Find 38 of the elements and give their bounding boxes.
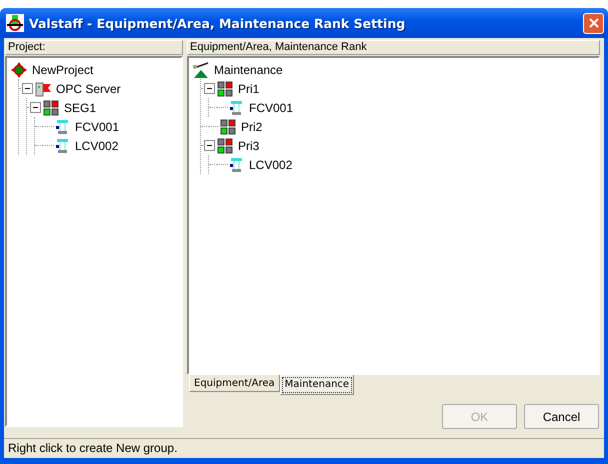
close-icon (588, 17, 600, 29)
seesaw-icon (193, 62, 209, 78)
status-text: Right click to create New group. (4, 438, 604, 458)
tree-item[interactable]: Maintenance (213, 62, 284, 76)
tab[interactable]: Equipment/Area (189, 375, 280, 392)
grid-icon (220, 118, 236, 134)
collapse-toggle[interactable] (204, 140, 215, 151)
tree-item[interactable]: FCV001 (74, 120, 120, 134)
tree-item[interactable]: FCV001 (248, 100, 294, 114)
valve-icon (228, 156, 244, 172)
tab[interactable]: Maintenance (280, 375, 354, 395)
tree-item[interactable]: LCV002 (248, 158, 294, 172)
panel-header: Project: (5, 40, 183, 55)
grid-icon (217, 80, 233, 96)
target-icon (11, 62, 27, 78)
tree-item[interactable]: LCV002 (74, 138, 120, 152)
rank-tree[interactable]: Maintenance Pri1 FCV001 Pri2 Pri3 LCV002 (187, 56, 600, 375)
tree-item[interactable]: SEG1 (63, 100, 98, 114)
dialog-button[interactable]: Cancel (524, 404, 599, 429)
collapse-toggle[interactable] (22, 83, 33, 94)
collapse-toggle[interactable] (204, 83, 215, 94)
valve-icon (54, 138, 70, 154)
collapse-toggle[interactable] (30, 102, 41, 113)
server-icon (35, 80, 51, 96)
valve-icon (228, 100, 244, 116)
grid-icon (217, 138, 233, 154)
tree-item[interactable]: NewProject (31, 62, 94, 76)
tree-item[interactable]: Pri3 (237, 138, 260, 152)
project-tree[interactable]: NewProject OPC Server SEG1 FCV001 LCV002 (5, 56, 183, 427)
valve-icon (54, 118, 70, 134)
close-button[interactable] (583, 12, 604, 34)
panel-header: Equipment/Area, Maintenance Rank (187, 40, 600, 55)
grid-icon (43, 100, 59, 116)
tree-item[interactable]: Pri1 (237, 82, 260, 96)
app-logo-icon (6, 14, 24, 32)
window-title: Valstaff - Equipment/Area, Maintenance Rank Setting (29, 16, 406, 30)
tree-item[interactable]: Pri2 (240, 120, 264, 134)
tree-item[interactable]: OPC Server (55, 82, 122, 96)
